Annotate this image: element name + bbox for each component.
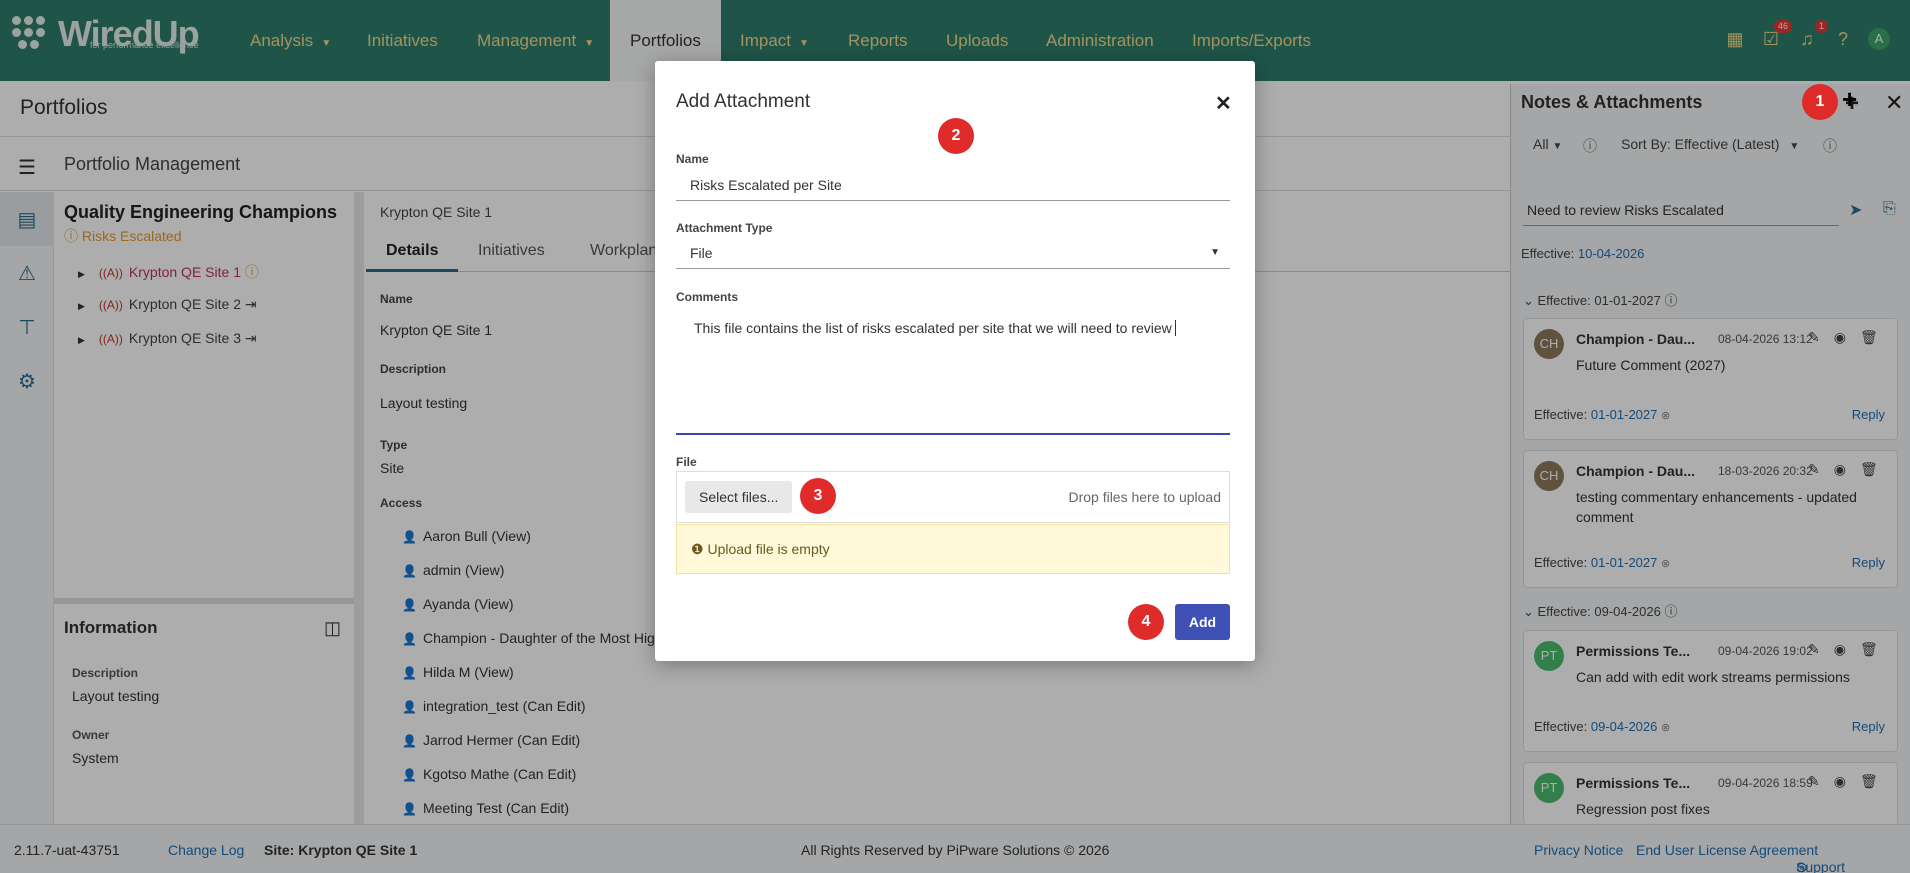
modal-title: Add Attachment [676,91,811,112]
attachment-type-label: Attachment Type [676,221,773,235]
step-marker: 3 [800,478,836,514]
chevron-down-icon: ▼ [1210,247,1220,258]
upload-warning-text: Upload file is empty [707,541,830,557]
add-note-plus-icon[interactable]: + [1842,84,1857,115]
text-cursor [1174,320,1180,336]
step-marker: 4 [1128,604,1164,640]
attachment-type-select[interactable]: File ▼ [676,237,1230,269]
name-label: Name [676,152,709,166]
comments-label: Comments [676,290,739,304]
comments-text: This file contains the list of risks esc… [694,320,1172,336]
close-icon[interactable]: ✕ [1215,91,1232,116]
attachment-type-value: File [690,245,713,261]
info-circle-icon: ❶ [691,541,708,557]
upload-warning: ❶ Upload file is empty [676,524,1230,574]
select-files-button[interactable]: Select files... [685,481,793,513]
add-button[interactable]: Add [1175,604,1230,640]
file-upload[interactable]: Select files... Drop files here to uploa… [676,471,1230,523]
name-input[interactable]: Risks Escalated per Site [676,169,1230,201]
drop-zone-text: Drop files here to upload [1068,489,1221,505]
step-marker: 2 [938,118,974,154]
file-label: File [676,455,697,469]
step-marker: 1 [1802,84,1838,120]
add-attachment-modal: Add Attachment ✕ 2 Name Risks Escalated … [655,61,1255,661]
comments-textarea[interactable]: This file contains the list of risks esc… [676,310,1230,435]
